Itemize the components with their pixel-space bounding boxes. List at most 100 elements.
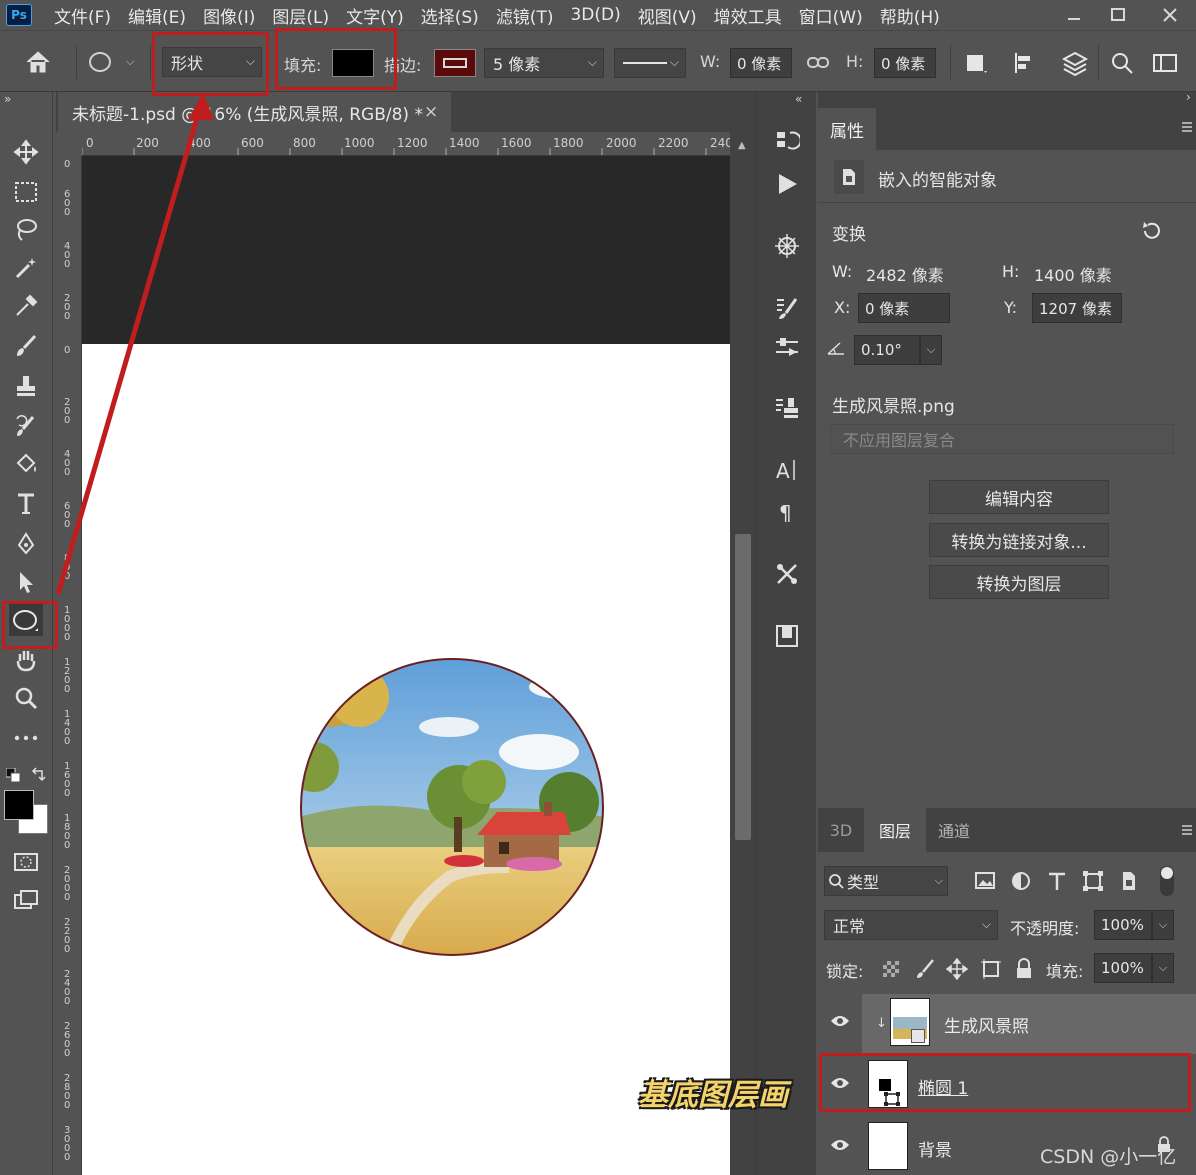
link-icon[interactable] (806, 53, 830, 73)
menu-window[interactable]: 窗口(W) (799, 3, 863, 28)
clone-source-icon[interactable] (771, 392, 803, 424)
tab-3d[interactable]: 3D (818, 808, 864, 852)
brush-settings-icon[interactable] (771, 292, 803, 324)
swap-colors-icon[interactable] (30, 766, 46, 782)
layer-filter-value: 类型 (847, 873, 880, 892)
menu-type[interactable]: 文字(Y) (346, 3, 404, 28)
menu-select[interactable]: 选择(S) (421, 3, 479, 28)
lock-label: 锁定: (826, 962, 864, 981)
layer-name[interactable]: 背景 (918, 1136, 952, 1161)
restore-icon[interactable] (1096, 0, 1140, 30)
chevron-down-icon[interactable]: ⌵ (1152, 953, 1174, 983)
expand-right-icon[interactable]: › (1186, 90, 1191, 104)
navigator-panel-icon[interactable] (771, 230, 803, 262)
actions-play-icon[interactable] (771, 168, 803, 200)
stroke-color-swatch[interactable] (434, 49, 476, 77)
menu-view[interactable]: 视图(V) (638, 3, 697, 28)
filter-pixel-icon[interactable] (974, 870, 996, 892)
edit-contents-button[interactable]: 编辑内容 (929, 480, 1109, 514)
workspace-icon[interactable] (1152, 51, 1178, 75)
lock-pixels-icon[interactable] (914, 958, 936, 980)
filter-type-icon[interactable] (1046, 870, 1068, 892)
vertical-scrollbar[interactable]: ▲ (730, 132, 756, 1175)
screen-mode-icon[interactable] (9, 884, 43, 916)
y-input[interactable]: 1207 像素 (1032, 293, 1122, 323)
layer-comp-value: 不应用图层复合 (843, 431, 956, 450)
tool-presets-icon[interactable] (771, 558, 803, 590)
smart-object-filename: 生成风景照.png (832, 397, 955, 417)
tab-layers[interactable]: 图层 (864, 808, 926, 852)
ruler-label: 1 2 0 0 (64, 657, 71, 695)
angle-input[interactable]: 0.10° (854, 335, 920, 365)
collapsed-panel-strip: « A ¶ (756, 92, 816, 1175)
layer-thumbnail (868, 1122, 908, 1170)
path-arrangement-icon[interactable] (1060, 49, 1090, 77)
lock-artboard-icon[interactable] (980, 958, 1002, 980)
panel-menu-icon[interactable] (1180, 120, 1194, 134)
filter-smart-object-icon[interactable] (1118, 870, 1140, 892)
lock-all-icon[interactable] (1014, 958, 1034, 980)
path-alignment-icon[interactable] (1012, 51, 1038, 75)
collapse-strip-icon[interactable]: « (795, 92, 802, 106)
more-tools-icon[interactable] (9, 722, 43, 754)
layer-filter-select[interactable]: 类型 ⌵ (824, 866, 948, 896)
layer-name[interactable]: 生成风景照 (944, 1012, 1029, 1037)
menu-3d[interactable]: 3D(D) (570, 5, 620, 25)
landscape-image-in-ellipse[interactable] (299, 657, 605, 957)
menu-help[interactable]: 帮助(H) (880, 3, 940, 28)
path-operations-icon[interactable] (964, 51, 990, 75)
width-input[interactable]: 0 像素 (730, 48, 792, 78)
fill-input[interactable]: 100% (1094, 953, 1152, 983)
close-window-icon[interactable] (1148, 0, 1192, 30)
properties-panel: 属性 嵌入的智能对象 变换 W: 2482 像素 H: 1400 像素 X: 0… (818, 108, 1196, 808)
stroke-type-select[interactable]: ⌵ (614, 48, 686, 78)
convert-to-layers-button[interactable]: 转换为图层 (929, 565, 1109, 599)
zoom-tool-icon[interactable] (9, 682, 43, 714)
filter-toggle[interactable] (1160, 866, 1174, 896)
ruler-label: 2 2 0 0 (64, 917, 71, 955)
close-tab-icon[interactable]: × (424, 102, 438, 122)
scroll-up-icon[interactable]: ▲ (738, 140, 746, 151)
h-value: 1400 像素 (1034, 266, 1112, 285)
minimize-icon[interactable] (1052, 0, 1096, 30)
lock-transparent-icon[interactable] (882, 960, 900, 978)
tab-properties[interactable]: 属性 (818, 108, 876, 150)
chevron-down-icon[interactable]: ⌵ (920, 335, 942, 365)
search-icon[interactable] (1110, 51, 1134, 75)
reset-transform-icon[interactable] (1140, 220, 1162, 242)
scrollbar-thumb[interactable] (735, 534, 751, 840)
convert-to-linked-button[interactable]: 转换为链接对象... (929, 523, 1109, 557)
adjustments-icon[interactable] (771, 332, 803, 364)
foreground-color-swatch[interactable] (4, 790, 34, 820)
layer-comp-select[interactable]: 不应用图层复合 (830, 424, 1174, 454)
x-label: X: (834, 298, 851, 317)
smart-object-icon (834, 160, 864, 194)
stroke-size-input[interactable]: 5 像素 ⌵ (484, 48, 604, 78)
ruler-label: 1 8 0 0 (64, 813, 71, 851)
chevron-down-icon[interactable]: ⌵ (1152, 910, 1174, 940)
default-colors-icon[interactable] (6, 768, 20, 782)
filter-adjustment-icon[interactable] (1010, 870, 1032, 892)
x-input[interactable]: 0 像素 (858, 293, 950, 323)
opacity-input[interactable]: 100% (1094, 910, 1152, 940)
ruler-label: 1 4 0 0 (64, 709, 71, 747)
layers-panel: 3D 图层 通道 类型 ⌵ 正常 ⌵ 不透明度: 100% ⌵ 锁定: 填充: … (818, 808, 1196, 1175)
height-input[interactable]: 0 像素 (874, 48, 936, 78)
libraries-panel-icon[interactable] (771, 620, 803, 652)
visibility-eye-icon[interactable] (830, 1138, 850, 1152)
highlight-box-ellipse-layer (819, 1053, 1191, 1112)
tab-channels[interactable]: 通道 (926, 808, 982, 852)
layer-row[interactable]: ↓ 生成风景照 (818, 994, 1196, 1054)
character-panel-icon[interactable]: A (771, 454, 803, 486)
blend-mode-select[interactable]: 正常 ⌵ (824, 910, 998, 940)
quick-mask-icon[interactable] (9, 846, 43, 878)
lock-position-icon[interactable] (946, 958, 968, 980)
history-panel-icon[interactable] (771, 126, 803, 158)
filter-shape-icon[interactable] (1082, 870, 1104, 892)
paragraph-panel-icon[interactable]: ¶ (771, 496, 803, 528)
layers-menu-icon[interactable] (1180, 823, 1194, 837)
menu-plugins[interactable]: 增效工具 (714, 3, 782, 28)
chevron-down-icon: ⌵ (934, 874, 943, 887)
menu-filter[interactable]: 滤镜(T) (496, 3, 554, 28)
visibility-eye-icon[interactable] (830, 1014, 850, 1028)
